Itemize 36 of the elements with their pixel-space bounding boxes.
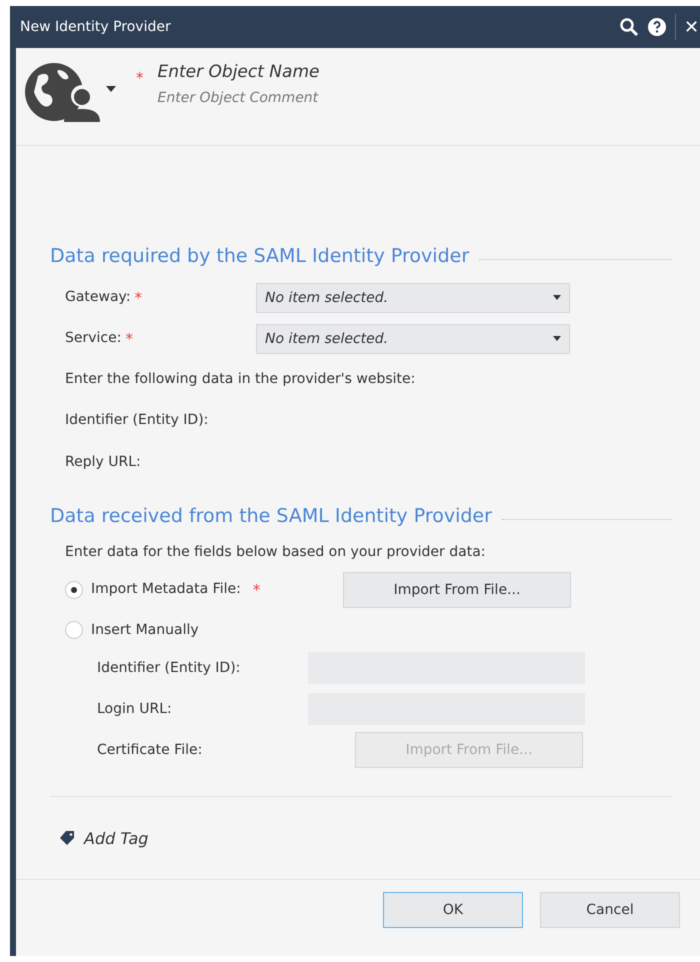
help-icon[interactable] — [647, 17, 667, 37]
option-label: Import Metadata File: — [91, 581, 241, 599]
info-text: Reply URL: — [65, 454, 141, 470]
globe-user-icon[interactable] — [24, 62, 100, 122]
dialog-button[interactable]: OK — [383, 892, 523, 928]
section-heading: Data received from the SAML Identity Provider — [50, 505, 492, 527]
object-name-field[interactable]: Enter Object Name — [158, 62, 320, 82]
option-label: Insert Manually — [91, 622, 199, 638]
dialog-button[interactable]: Cancel — [540, 892, 680, 928]
required-mark: * — [134, 288, 142, 306]
caret-icon[interactable] — [553, 295, 561, 300]
import-button[interactable]: Import From File... — [343, 572, 571, 608]
field-label: Gateway: — [65, 288, 131, 306]
info-text: Enter data for the fields below based on your provider data: — [65, 544, 486, 560]
field-label: Login URL: — [97, 700, 172, 716]
search-icon[interactable] — [619, 17, 639, 37]
close-button[interactable]: ✕ — [684, 16, 700, 38]
dropdown[interactable]: No item selected. — [256, 282, 570, 312]
window-title: New Identity Provider — [20, 19, 172, 35]
field-label: Certificate File: — [97, 742, 202, 758]
section-heading: Data required by the SAML Identity Provider — [50, 245, 470, 267]
required-mark: * — [125, 330, 133, 348]
tag-icon — [60, 831, 76, 845]
field-label: Service: — [65, 330, 122, 348]
required-mark: * — [252, 581, 260, 599]
radio-button[interactable] — [65, 581, 83, 599]
radio-button[interactable] — [65, 621, 83, 639]
caret-icon[interactable] — [106, 86, 116, 92]
required-mark: * — [136, 69, 144, 87]
info-text: Enter the following data in the provider's website: — [65, 371, 416, 387]
add-tag-link[interactable]: Add Tag — [84, 828, 148, 848]
object-comment-field[interactable]: Enter Object Comment — [158, 90, 320, 106]
dropdown[interactable]: No item selected. — [256, 324, 570, 354]
info-text: Identifier (Entity ID): — [65, 412, 208, 428]
field-label: Identifier (Entity ID): — [97, 660, 240, 676]
caret-icon[interactable] — [553, 336, 561, 341]
